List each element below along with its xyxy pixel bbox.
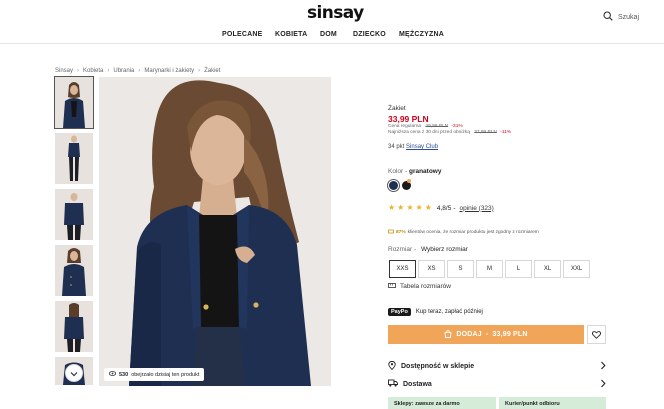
add-to-cart-separator: - [485,331,489,338]
search-label[interactable]: Szukaj [618,14,639,21]
nav-item-polecane[interactable]: POLECANE [222,31,263,38]
breadcrumb-item[interactable]: Marynarki i żakiety [144,68,194,74]
thumbnail-image[interactable] [55,133,93,184]
truck-icon [388,379,398,389]
club-points-value: 34 pkt [388,144,405,150]
regular-price-label: Cena regularna [388,124,422,129]
thumbnail-image[interactable] [55,245,93,296]
fit-text: klientów ocenia, że rozmiar produktu jes… [407,230,539,235]
size-option-l[interactable]: L [505,260,532,278]
delivery-option-stores[interactable]: Sklepy: zawsze za darmo [388,397,496,409]
lowest-discount: -11% [500,130,512,135]
delivery-row[interactable]: Dostawa [388,377,606,391]
size-placeholder: Wybierz rozmiar [420,246,468,253]
shopping-bag-icon [444,329,452,340]
location-pin-icon [388,360,396,372]
breadcrumb: Sinsay › Kobieta › Ubrania › Marynarki i… [55,68,220,74]
size-table-label: Tabela rozmiarów [400,283,451,290]
sinsay-logo[interactable]: sinsay [307,3,364,23]
ruler-icon [388,283,396,290]
product-name: Żakiet [388,105,406,112]
viewers-badge: 530 obejrzało dzisiaj ten produkt [104,368,205,381]
lowest-price-row: Najniższa cena z 30 dni przed obniżką 37… [388,130,511,135]
search-box[interactable]: Szukaj [603,8,639,26]
breadcrumb-chevron-icon: › [107,68,110,74]
chevron-down-icon [70,364,78,382]
nav-item-mezczyzna[interactable]: MĘŻCZYZNA [399,31,444,38]
club-points: 34 pkt Sinsay Club [388,144,438,150]
rating-value: 4,8/5 [436,204,452,212]
breadcrumb-item[interactable]: Sinsay [55,68,73,74]
lowest-price-label: Najniższa cena z 30 dni przed obniżką [388,130,470,135]
star-icon: ★ [415,203,423,212]
breadcrumb-chevron-icon: › [138,68,141,74]
chevron-right-icon [600,379,606,390]
breadcrumb-item[interactable]: Ubrania [113,68,134,74]
eye-icon [108,371,117,378]
lowest-price: 37,99 PLN [474,130,497,135]
star-icon: ★ [397,203,405,212]
chevron-right-icon [600,361,606,372]
size-option-xs[interactable]: XS [418,260,445,278]
fit-percentage: 87% [396,230,406,235]
regular-price: 49,99 PLN [425,124,449,129]
breadcrumb-current: Żakiet [204,68,221,74]
nav-item-kobieta[interactable]: KOBIETA [275,31,307,38]
thumbnail-image[interactable] [55,189,93,240]
thumbnail-image[interactable] [54,76,94,129]
add-to-cart-button[interactable]: DODAJ - 33,99 PLN [388,325,584,344]
size-option-s[interactable]: S [447,260,474,278]
ruler-icon [388,229,394,236]
nav-item-dom[interactable]: DOM [320,31,337,38]
size-label-row: Rozmiar - Wybierz rozmiar [388,246,468,253]
color-label-row: Kolor - granatowy [388,168,442,175]
add-to-cart-price: 33,99 PLN [492,331,528,338]
star-icon: ★ [406,203,414,212]
color-swatch-black[interactable] [402,179,411,190]
new-badge-icon [407,179,411,183]
sinsay-club-link[interactable]: Sinsay Club [406,144,438,150]
size-table-link[interactable]: Tabela rozmiarów [388,283,451,290]
size-option-m[interactable]: M [476,260,503,278]
search-icon[interactable] [603,8,613,26]
delivery-label: Dostawa [403,380,432,388]
size-option-xl[interactable]: XL [534,260,561,278]
product-main-image[interactable] [99,77,331,386]
delivery-option-courier[interactable]: Kurier/punkt odbioru [499,397,606,409]
fit-info: 87% klientów ocenia, że rozmiar produktu… [388,229,539,236]
star-icon: ★ [424,203,432,212]
product-price: 33,99 PLN [388,114,429,124]
size-option-xxs[interactable]: XXS [389,260,416,278]
regular-price-row: Cena regularna 49,99 PLN -31% [388,124,463,129]
reviews-link[interactable]: opinie (323) [460,205,494,212]
store-availability-row[interactable]: Dostępność w sklepie [388,359,606,373]
color-swatch-navy[interactable] [389,181,398,190]
viewers-count: 530 [119,371,129,378]
paypo-info: PayPo Kup teraz, zapłać później [388,308,483,316]
thumbnail-image[interactable] [55,301,93,352]
thumbnails-scroll-button[interactable] [65,364,83,382]
paypo-logo: PayPo [388,308,411,316]
heart-icon [591,326,602,344]
breadcrumb-chevron-icon: › [198,68,201,74]
size-option-xxl[interactable]: XXL [563,260,590,278]
size-label: Rozmiar [388,246,413,253]
add-to-cart-label: DODAJ [456,331,482,338]
paypo-text: Kup teraz, zapłać później [415,309,483,315]
store-availability-label: Dostępność w sklepie [401,362,475,370]
viewers-text: obejrzało dzisiaj ten produkt [131,371,200,378]
color-label: Kolor [388,168,404,175]
nav-item-dziecko[interactable]: DZIECKO [353,31,386,38]
site-header: sinsay Szukaj POLECANE KOBIETA DOM DZIEC… [0,0,664,44]
color-value: granatowy [408,168,442,175]
breadcrumb-item[interactable]: Kobieta [83,68,103,74]
rating-separator: - [453,204,456,212]
wishlist-button[interactable] [587,325,606,344]
regular-discount: -31% [451,124,463,129]
star-icon: ★ [388,203,396,212]
breadcrumb-chevron-icon: › [77,68,80,74]
main-nav: POLECANE KOBIETA DOM DZIECKO MĘŻCZYZNA [0,31,664,43]
product-rating: ★ ★ ★ ★ ★ 4,8/5 - opinie (323) [388,204,494,212]
